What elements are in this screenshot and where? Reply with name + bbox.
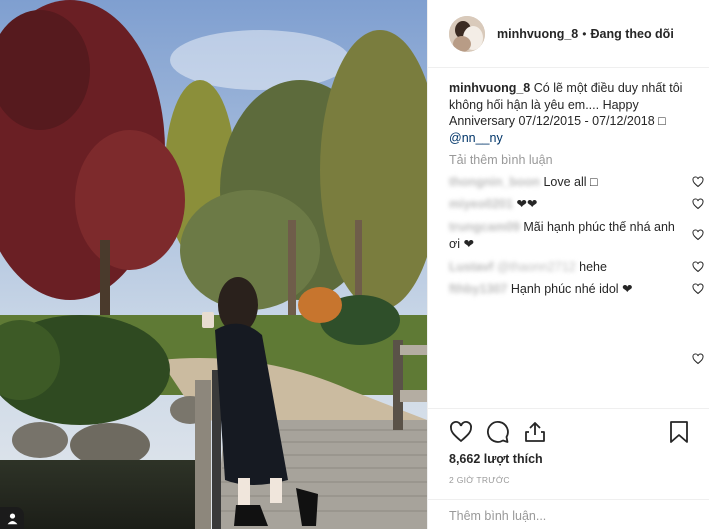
comment-username[interactable]: fthby1307 [449, 282, 507, 296]
header-separator: • [582, 26, 587, 41]
comment-text: Hạnh phúc nhé idol ❤ [510, 281, 633, 296]
comments-section: minhvuong_8 Có lẽ một điều duy nhất tôi … [428, 68, 709, 408]
share-icon[interactable] [523, 420, 547, 444]
post-header: minhvuong_8 • Đang theo dõi [428, 0, 709, 68]
comment-username[interactable]: trungcam09 [449, 220, 520, 234]
comment-username[interactable]: miyeo0201 [449, 197, 513, 211]
comment-username[interactable]: Lustavf [449, 260, 493, 274]
comment-glyph [487, 421, 509, 443]
user-tag-glyph [7, 512, 17, 524]
avatar-image [449, 15, 485, 52]
post-photo[interactable] [0, 0, 427, 529]
heart-icon[interactable] [449, 420, 473, 444]
caption-mention[interactable]: @nn__ny [449, 131, 503, 145]
comment-like-icon[interactable] [692, 261, 704, 273]
heart-glyph [450, 421, 472, 443]
comment-text: Love all □ [543, 175, 598, 189]
action-row [449, 409, 709, 455]
comment-item: miyeo0201 ❤❤ [449, 196, 704, 213]
follow-status-button[interactable]: Đang theo dõi [590, 27, 673, 41]
comment-like-icon[interactable] [692, 282, 704, 295]
share-glyph [525, 422, 545, 442]
comment-text: hehe [579, 260, 607, 274]
post-modal: minhvuong_8 • Đang theo dõi minhvuong_8 … [0, 0, 709, 529]
avatar[interactable] [449, 15, 485, 52]
comment-mention[interactable]: @thaonn2712 [497, 260, 576, 274]
bookmark-glyph [670, 421, 688, 443]
post-actions: 8,662 lượt thích 2 GIỜ TRƯỚC [428, 408, 709, 486]
photo-scene [0, 0, 427, 529]
comment-item: trungcam09 Mãi hạnh phúc thế nhá anh ơi … [449, 219, 704, 252]
header-username[interactable]: minhvuong_8 [497, 27, 578, 41]
load-more-comments-button[interactable]: Tải thêm bình luận [449, 153, 709, 167]
bookmark-icon[interactable] [668, 420, 690, 444]
comment-item: Lustavf @thaonn2712 hehe [449, 259, 704, 276]
add-comment-input[interactable]: Thêm bình luận... [428, 499, 709, 529]
comment-text: ❤❤ [516, 196, 538, 211]
comment-like-icon[interactable] [692, 176, 704, 188]
comment-like-icon[interactable] [692, 353, 704, 365]
comment-username[interactable]: thongnin_boon [449, 175, 540, 189]
user-tag-icon[interactable] [0, 507, 24, 529]
comment-like-icon[interactable] [692, 229, 704, 241]
likes-count[interactable]: 8,662 lượt thích [449, 452, 709, 466]
caption-username[interactable]: minhvuong_8 [449, 81, 530, 95]
caption: minhvuong_8 Có lẽ một điều duy nhất tôi … [449, 80, 691, 146]
post-timestamp[interactable]: 2 GIỜ TRƯỚC [449, 475, 709, 485]
comment-item: thongnin_boon Love all □ [449, 174, 704, 191]
comment-like-icon[interactable] [692, 197, 704, 210]
comment-item-obscured [449, 351, 704, 365]
post-side-panel: minhvuong_8 • Đang theo dõi minhvuong_8 … [427, 0, 709, 529]
comment-item: fthby1307 Hạnh phúc nhé idol ❤ [449, 281, 704, 298]
comment-icon[interactable] [486, 420, 510, 444]
